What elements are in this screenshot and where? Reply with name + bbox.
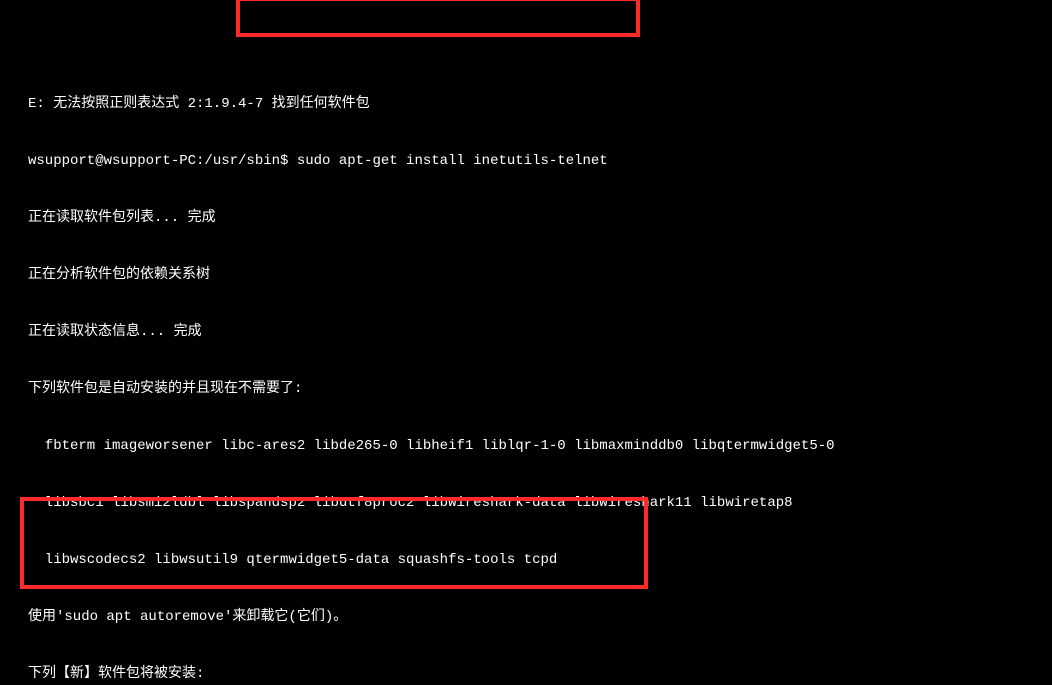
output-line: libwscodecs2 libwsutil9 qtermwidget5-dat… [28,551,1044,570]
output-line: 正在读取软件包列表... 完成 [28,209,1044,228]
output-line: E: 无法按照正则表达式 2:1.9.4-7 找到任何软件包 [28,95,1044,114]
output-line: libsbc1 libsmi2ldbl libspandsp2 libutf8p… [28,494,1044,513]
highlight-install-command [236,0,640,37]
prompt-line[interactable]: wsupport@wsupport-PC:/usr/sbin$ sudo apt… [28,152,1044,171]
output-line: fbterm imageworsener libc-ares2 libde265… [28,437,1044,456]
output-line: 下列【新】软件包将被安装: [28,665,1044,684]
command-text: sudo apt-get install inetutils-telnet [297,153,608,169]
output-line: 使用'sudo apt autoremove'来卸载它(它们)。 [28,608,1044,627]
output-line: 下列软件包是自动安装的并且现在不需要了: [28,380,1044,399]
output-line: 正在分析软件包的依赖关系树 [28,266,1044,285]
shell-prompt: wsupport@wsupport-PC:/usr/sbin$ [28,153,297,169]
terminal-output[interactable]: E: 无法按照正则表达式 2:1.9.4-7 找到任何软件包 wsupport@… [0,0,1052,685]
output-line: 正在读取状态信息... 完成 [28,323,1044,342]
